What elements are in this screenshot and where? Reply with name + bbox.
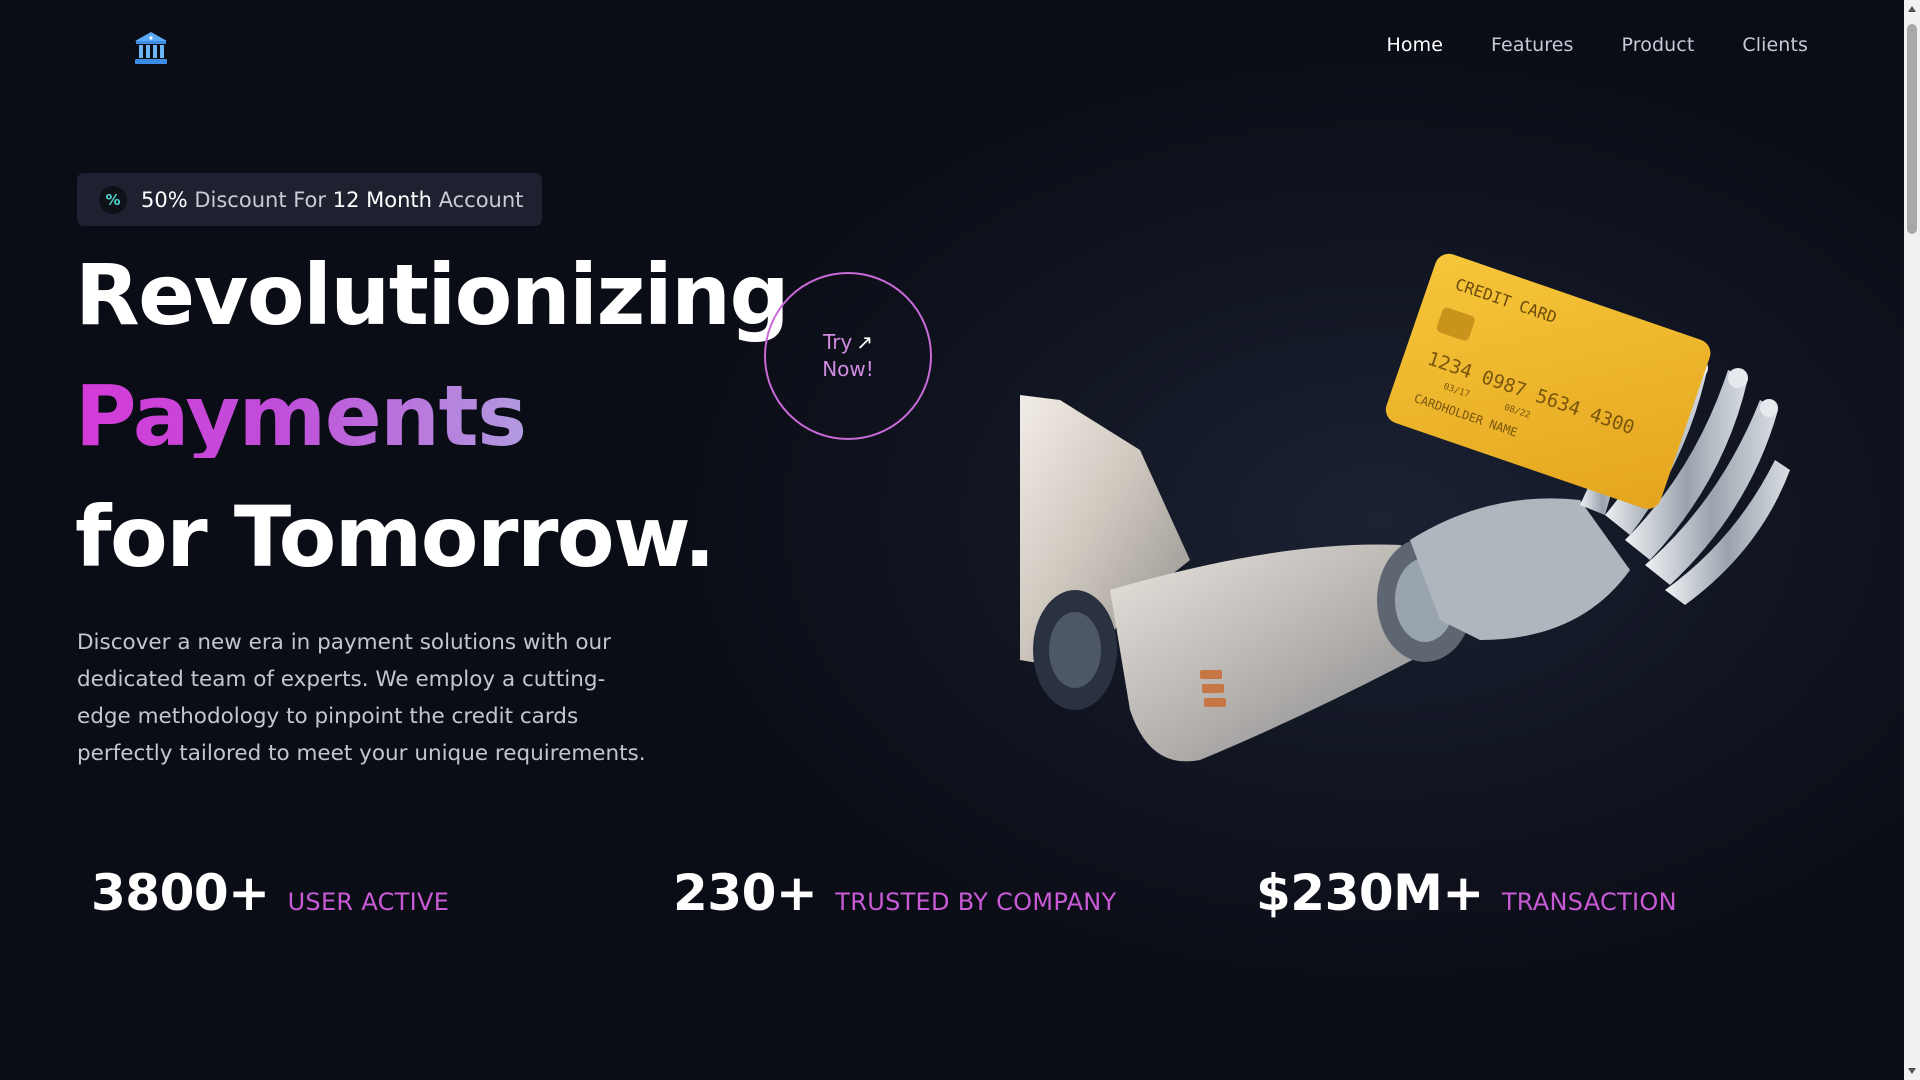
stat-label: USER ACTIVE <box>287 888 450 916</box>
stat-value: 3800+ <box>91 864 270 922</box>
stat-user-active: 3800+ USER ACTIVE <box>91 864 449 922</box>
stat-value: 230+ <box>673 864 818 922</box>
landing-page: Home Features Product Clients % 50% Disc… <box>0 0 1904 1080</box>
scroll-up-icon[interactable] <box>1908 6 1916 12</box>
try-now-button[interactable]: Try ↗ Now! <box>764 272 932 440</box>
headline-line-3: for Tomorrow. <box>75 488 716 586</box>
nav-item-features[interactable]: Features <box>1491 34 1574 56</box>
headline-line-1: Revolutionizing <box>75 246 790 344</box>
nav-item-home[interactable]: Home <box>1387 34 1444 56</box>
main-nav: Home Features Product Clients <box>1387 34 1808 56</box>
stat-label: TRANSACTION <box>1501 888 1677 916</box>
stat-transaction: $230M+ TRANSACTION <box>1256 864 1677 922</box>
nav-item-clients[interactable]: Clients <box>1742 34 1808 56</box>
discount-badge: % 50% Discount For 12 Month Account <box>77 173 542 226</box>
percent-icon: % <box>99 185 127 214</box>
stat-label: TRUSTED BY COMPANY <box>835 888 1117 916</box>
scroll-down-icon[interactable] <box>1908 1068 1916 1074</box>
bank-icon[interactable] <box>133 30 169 66</box>
try-label: Try <box>822 330 853 354</box>
headline-line-2: Payments <box>75 367 527 465</box>
now-label: Now! <box>822 357 874 381</box>
stat-trusted-company: 230+ TRUSTED BY COMPANY <box>673 864 1117 922</box>
robot-hand-card-illustration: CREDIT CARD 1234 0987 5634 4300 03/17 08… <box>1020 240 1820 780</box>
discount-text: 50% Discount For 12 Month Account <box>141 187 524 212</box>
nav-item-product[interactable]: Product <box>1622 34 1695 56</box>
stat-value: $230M+ <box>1256 864 1484 922</box>
scrollbar-thumb[interactable] <box>1907 24 1917 234</box>
arrow-up-right-icon: ↗ <box>856 330 874 354</box>
vertical-scrollbar[interactable] <box>1904 0 1920 1080</box>
hero-description: Discover a new era in payment solutions … <box>77 630 646 766</box>
